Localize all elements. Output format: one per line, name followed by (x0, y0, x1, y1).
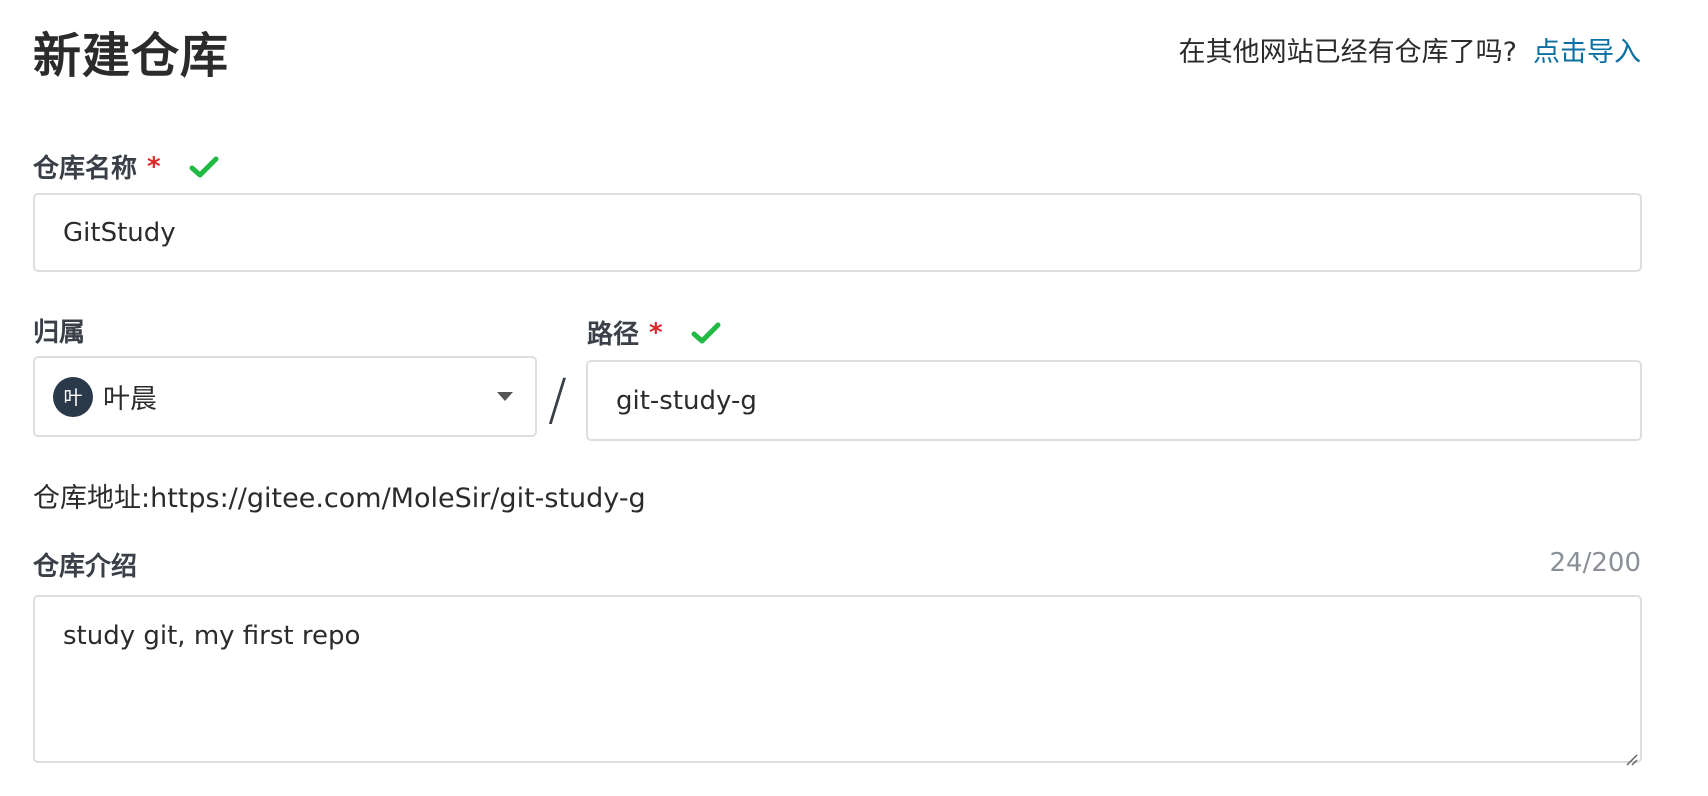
new-repo-page: 新建仓库 在其他网站已经有仓库了吗? 点击导入 仓库名称 * GitStudy 归… (0, 0, 1708, 796)
required-mark: * (649, 317, 663, 348)
owner-name: 叶晨 (103, 384, 157, 415)
path-label: 路径 (587, 320, 640, 350)
import-hint-text: 在其他网站已经有仓库了吗? (1178, 37, 1517, 68)
check-icon (691, 321, 721, 345)
resize-handle-icon[interactable] (1622, 743, 1638, 766)
description-label-row: 仓库介绍 (33, 546, 137, 583)
import-hint: 在其他网站已经有仓库了吗? 点击导入 (1179, 30, 1641, 69)
repo-address: 仓库地址:https://gitee.com/MoleSir/git-study… (33, 483, 646, 514)
check-icon (189, 155, 219, 179)
description-text: study git, my first repo (63, 621, 361, 651)
path-input[interactable]: git-study-g (586, 360, 1642, 441)
description-textarea[interactable]: study git, my first repo (33, 595, 1642, 766)
char-count: 24/200 (1549, 548, 1641, 578)
required-mark: * (147, 151, 161, 182)
owner-label: 归属 (33, 318, 86, 348)
owner-label-row: 归属 (33, 312, 85, 349)
repo-name-input[interactable]: GitStudy (33, 193, 1642, 272)
caret-down-icon (497, 392, 513, 401)
repo-name-label-row: 仓库名称 * (33, 148, 219, 185)
import-link[interactable]: 点击导入 (1533, 37, 1641, 68)
owner-select[interactable]: 叶 叶晨 (33, 356, 537, 437)
repo-name-label: 仓库名称 (33, 154, 138, 184)
description-label: 仓库介绍 (33, 552, 138, 582)
path-separator: / (548, 368, 567, 433)
next-field-partial (33, 790, 333, 796)
path-label-row: 路径 * (587, 314, 721, 351)
page-title: 新建仓库 (33, 28, 230, 84)
avatar: 叶 (53, 376, 93, 417)
